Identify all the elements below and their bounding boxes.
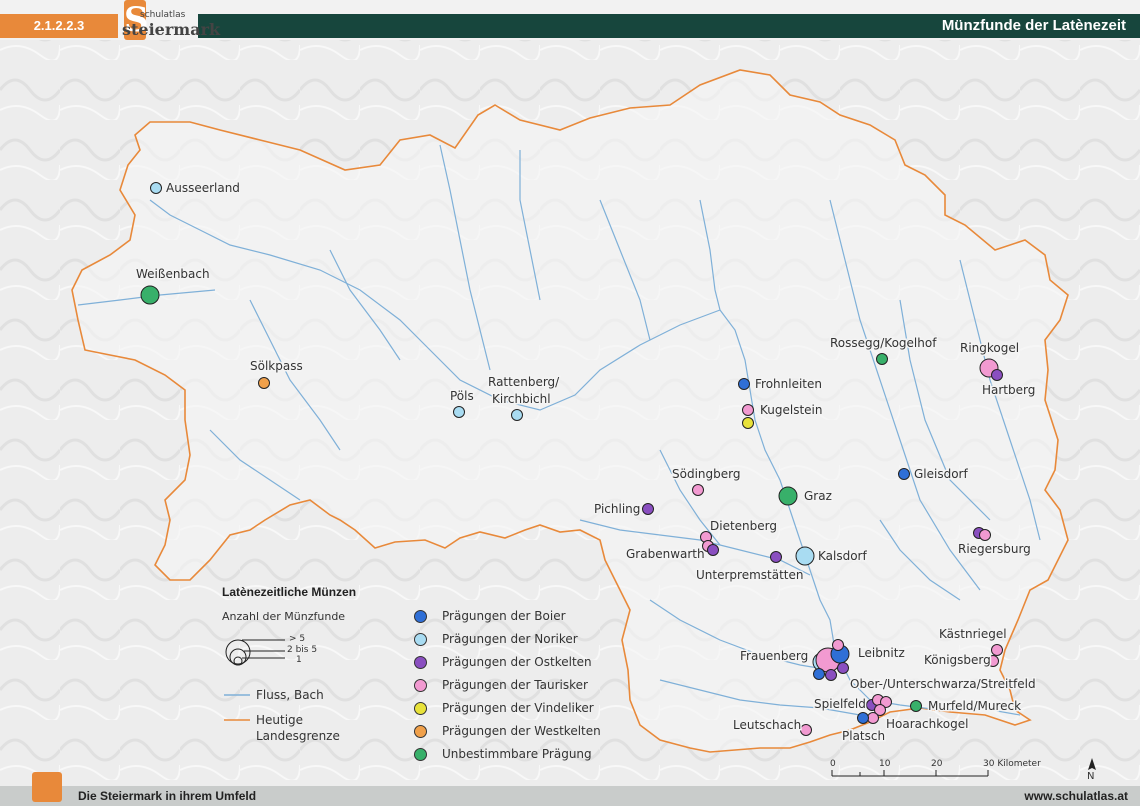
marker-pichling[interactable] <box>642 503 654 515</box>
legend-title: Latènezeitliche Münzen <box>222 585 357 599</box>
label-graz: Graz <box>804 489 832 503</box>
label-poels: Pöls <box>450 389 474 403</box>
map-title: Münzfunde der Latènezeit <box>941 17 1126 34</box>
label-pichling: Pichling <box>594 502 640 516</box>
legend-dot-vindeliker <box>414 702 427 715</box>
marker-grabenwarth-2[interactable] <box>707 544 719 556</box>
label-koenigsberg: Königsberg <box>924 653 991 667</box>
legend-dot-ostkelten <box>414 656 427 669</box>
marker-frohnleiten[interactable] <box>738 378 750 390</box>
chapter-code: 2.1.2.2.3 <box>0 14 118 38</box>
scale-tick-10: 10 <box>879 759 891 769</box>
marker-ober-unterschwarza[interactable] <box>837 662 849 674</box>
marker-hoarachkogel-2[interactable] <box>867 712 879 724</box>
label-kalsdorf: Kalsdorf <box>818 549 867 563</box>
marker-ausseerland[interactable] <box>150 182 162 194</box>
label-unterpremstaetten: Unterpremstätten <box>696 568 803 582</box>
marker-kalsdorf[interactable] <box>795 546 815 566</box>
marker-platsch[interactable] <box>857 712 869 724</box>
label-grabenwarth: Grabenwarth <box>626 547 705 561</box>
marker-soelkpass[interactable] <box>258 377 270 389</box>
legend-dot-noriker <box>414 633 427 646</box>
marker-rattenberg[interactable] <box>511 409 523 421</box>
legend-river-label: Fluss, Bach <box>256 688 324 702</box>
label-hoarachkogel: Hoarachkogel <box>886 717 968 731</box>
marker-kugelstein-1[interactable] <box>742 404 754 416</box>
logo-main-text: steiermark <box>122 20 221 39</box>
label-rattenberg: Rattenberg/ <box>488 375 560 389</box>
label-ringkogel: Ringkogel <box>960 341 1019 355</box>
label-riegersburg: Riegersburg <box>958 542 1031 556</box>
marker-riegersburg-2[interactable] <box>979 529 991 541</box>
marker-leutschach[interactable] <box>800 724 812 736</box>
marker-leibnitz-4[interactable] <box>813 668 825 680</box>
legend-dot-taurisker <box>414 679 427 692</box>
label-frohnleiten: Frohnleiten <box>755 377 822 391</box>
legend-label-noriker: Prägungen der Noriker <box>442 632 578 646</box>
styria-map-icon[interactable] <box>32 772 62 802</box>
footer-bar: Die Steiermark in ihrem Umfeld www.schul… <box>0 772 1140 806</box>
north-label: N <box>1087 771 1095 782</box>
legend-border-label-1: Heutige <box>256 713 304 727</box>
legend-label-boier: Prägungen der Boier <box>442 609 566 623</box>
label-dietenberg: Dietenberg <box>710 519 777 533</box>
legend-label-westkelten: Prägungen der Westkelten <box>442 724 601 738</box>
label-platsch: Platsch <box>842 729 885 743</box>
marker-rossegg[interactable] <box>876 353 888 365</box>
marker-soedingberg[interactable] <box>692 484 704 496</box>
marker-leibnitz-5[interactable] <box>825 669 837 681</box>
label-hartberg: Hartberg <box>982 383 1035 397</box>
label-kugelstein: Kugelstein <box>760 403 823 417</box>
legend-dot-boier <box>414 610 427 623</box>
marker-kugelstein-2[interactable] <box>742 417 754 429</box>
legend-label-taurisker: Prägungen der Taurisker <box>442 678 588 692</box>
label-ober-unterschwarza: Ober-/Unterschwarza/Streitfeld <box>850 677 1036 691</box>
legend-label-ostkelten: Prägungen der Ostkelten <box>442 655 592 669</box>
label-soelkpass: Sölkpass <box>250 359 303 373</box>
logo-top-text: schulatlas <box>140 10 186 20</box>
marker-poels[interactable] <box>453 406 465 418</box>
label-kaestnriegel: Kästnriegel <box>939 627 1007 641</box>
marker-unterpremstaetten[interactable] <box>770 551 782 563</box>
title-bar: Münzfunde der Latènezeit <box>198 14 1140 38</box>
legend-border-label-2: Landesgrenze <box>256 729 340 743</box>
marker-graz[interactable] <box>778 486 798 506</box>
label-murfeld: Murfeld/Mureck <box>928 699 1021 713</box>
scale-tick-30: 30 Kilometer <box>983 759 1041 769</box>
marker-kaestnriegel[interactable] <box>991 644 1003 656</box>
scale-tick-20: 20 <box>931 759 943 769</box>
legend-label-unbestimmbar: Unbestimmbare Prägung <box>442 747 592 761</box>
legend-size-2to5: 2 bis 5 <box>287 645 318 655</box>
label-leutschach: Leutschach <box>733 718 801 732</box>
label-frauenberg: Frauenberg <box>740 649 808 663</box>
label-soedingberg: Södingberg <box>672 467 740 481</box>
label-ausseerland: Ausseerland <box>166 181 240 195</box>
legend-size-gt5: > 5 <box>289 634 306 644</box>
legend-dot-unbestimmbar <box>414 748 427 761</box>
scale-tick-0: 0 <box>830 759 836 769</box>
label-rossegg: Rossegg/Kogelhof <box>830 336 937 350</box>
marker-hartberg[interactable] <box>991 369 1003 381</box>
marker-murfeld[interactable] <box>910 700 922 712</box>
marker-gleisdorf[interactable] <box>898 468 910 480</box>
label-kirchbichl: Kirchbichl <box>492 392 551 406</box>
legend-size-1: 1 <box>296 655 302 665</box>
label-leibnitz: Leibnitz <box>858 646 905 660</box>
legend-size-title: Anzahl der Münzfunde <box>222 610 346 623</box>
footer-url[interactable]: www.schulatlas.at <box>1024 786 1128 806</box>
footer-chapter[interactable]: Die Steiermark in ihrem Umfeld <box>78 786 256 806</box>
label-weissenbach: Weißenbach <box>136 267 210 281</box>
legend-label-vindeliker: Prägungen der Vindeliker <box>442 701 594 715</box>
label-spielfeld: Spielfeld <box>814 697 866 711</box>
legend-dot-westkelten <box>414 725 427 738</box>
map-canvas: Ausseerland Weißenbach Sölkpass Pöls Rat… <box>0 40 1140 786</box>
marker-weissenbach[interactable] <box>140 285 160 305</box>
marker-leibnitz-3[interactable] <box>832 639 844 651</box>
label-gleisdorf: Gleisdorf <box>914 467 968 481</box>
